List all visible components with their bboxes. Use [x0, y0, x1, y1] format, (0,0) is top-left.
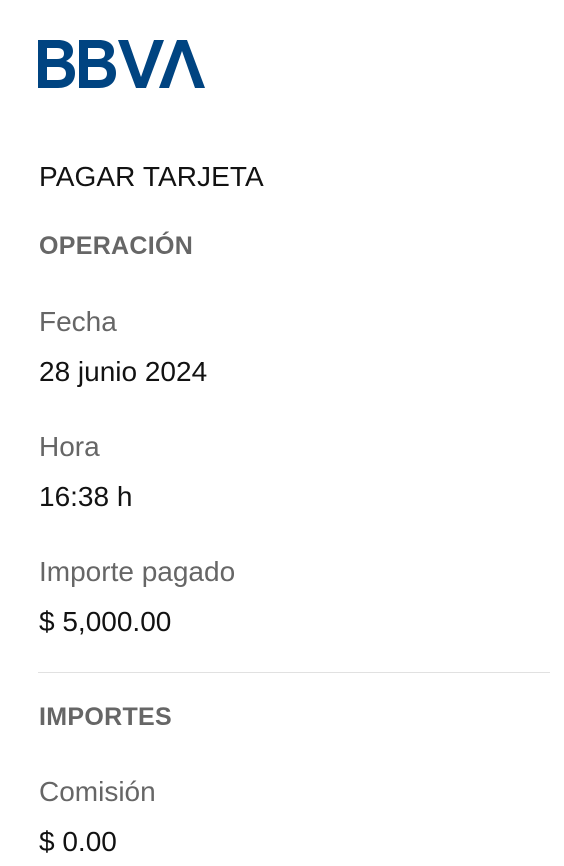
fee-value: $ 0.00	[39, 826, 117, 857]
operation-section-heading: OPERACIÓN	[39, 232, 194, 260]
bbva-logo	[38, 38, 210, 90]
date-value: 28 junio 2024	[39, 356, 208, 387]
page-title: PAGAR TARJETA	[39, 161, 264, 192]
date-label: Fecha	[39, 306, 117, 337]
amount-paid-label: Importe pagado	[39, 556, 236, 587]
fee-label: Comisión	[39, 776, 156, 807]
amount-paid-value: $ 5,000.00	[39, 606, 172, 637]
time-label: Hora	[39, 431, 100, 462]
section-divider	[38, 672, 550, 673]
bbva-logo-mark	[38, 40, 205, 88]
amounts-section-heading: IMPORTES	[39, 703, 172, 731]
time-value: 16:38 h	[39, 481, 133, 512]
